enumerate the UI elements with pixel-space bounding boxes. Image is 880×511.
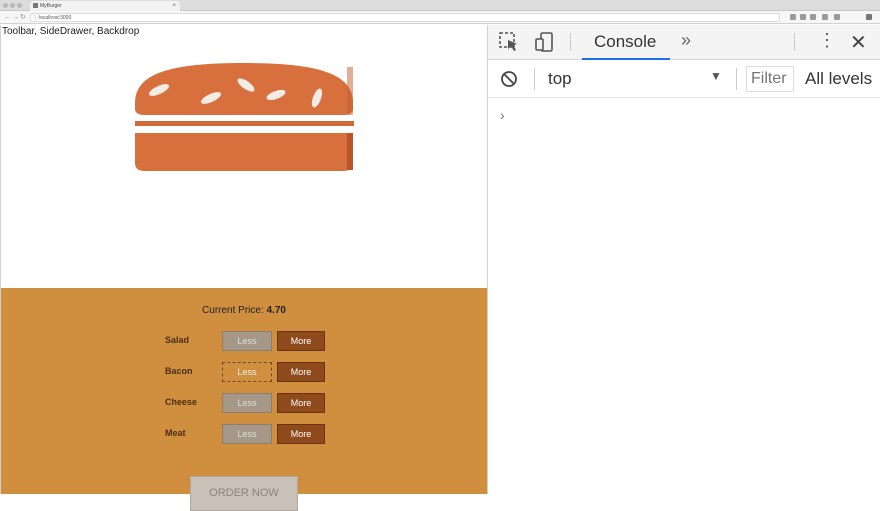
devtools-panel: Console » ⋮ ✕ top ▼ All levels › — [487, 25, 880, 494]
minimize-window-icon[interactable] — [10, 3, 15, 8]
divider — [736, 68, 737, 90]
build-controls: Current Price: 4.70 Salad Less More Baco… — [1, 288, 487, 511]
ingredient-row-bacon: Bacon Less More — [165, 362, 335, 382]
console-prompt-icon[interactable]: › — [500, 107, 505, 123]
divider — [794, 33, 795, 51]
ingredient-row-cheese: Cheese Less More — [165, 393, 335, 413]
ingredient-row-salad: Salad Less More — [165, 331, 335, 351]
extension-icon[interactable] — [834, 14, 840, 20]
tab-close-icon[interactable]: × — [172, 1, 176, 11]
browser-tab[interactable]: MyBurger × — [30, 1, 180, 11]
url-field[interactable]: ⓘ localhost:3000 — [30, 13, 780, 22]
cheese-more-button[interactable]: More — [277, 393, 325, 413]
price-value: 4.70 — [266, 305, 286, 316]
filter-input[interactable] — [746, 66, 794, 92]
tab-title: MyBurger — [40, 3, 62, 9]
meat-more-button[interactable]: More — [277, 424, 325, 444]
tab-console[interactable]: Console — [594, 32, 656, 52]
meat-less-button[interactable]: Less — [222, 424, 272, 444]
context-selector[interactable]: top — [548, 69, 572, 89]
favicon-icon — [33, 3, 38, 8]
bacon-more-button[interactable]: More — [277, 362, 325, 382]
burger-image — [135, 63, 354, 171]
price-label: Current Price: — [202, 305, 267, 316]
extension-icon[interactable] — [790, 14, 796, 20]
ingredient-label: Bacon — [165, 366, 193, 376]
bacon-less-button[interactable]: Less — [222, 362, 272, 382]
menu-icon[interactable] — [866, 14, 872, 20]
close-icon[interactable]: ✕ — [850, 30, 867, 55]
ingredient-label: Meat — [165, 428, 186, 438]
close-window-icon[interactable] — [3, 3, 8, 8]
dropdown-caret-icon[interactable]: ▼ — [710, 69, 722, 83]
burger-preview — [1, 45, 487, 288]
url-text: localhost:3000 — [39, 15, 72, 21]
extension-icon[interactable] — [810, 14, 816, 20]
extension-icon[interactable] — [800, 14, 806, 20]
ingredient-label: Cheese — [165, 397, 198, 407]
inspect-element-icon[interactable] — [498, 31, 520, 53]
salad-more-button[interactable]: More — [277, 331, 325, 351]
info-icon: ⓘ — [33, 15, 39, 21]
log-levels-dropdown[interactable]: All levels — [805, 69, 872, 89]
ingredient-label: Salad — [165, 335, 190, 345]
devtools-toolbar: Console » ⋮ ✕ — [488, 25, 880, 60]
clear-console-icon[interactable] — [500, 70, 518, 88]
cheese-less-button[interactable]: Less — [222, 393, 272, 413]
maximize-window-icon[interactable] — [17, 3, 22, 8]
more-tabs-icon[interactable]: » — [681, 30, 691, 51]
current-price: Current Price: 4.70 — [1, 305, 487, 316]
address-bar: ← → ↻ ⓘ localhost:3000 — [0, 11, 880, 24]
forward-icon[interactable]: → — [12, 13, 19, 22]
kebab-menu-icon[interactable]: ⋮ — [818, 30, 836, 51]
app-viewport: Toolbar, SideDrawer, Backdrop Current Pr… — [0, 25, 487, 511]
browser-titlebar: MyBurger × — [0, 0, 880, 11]
console-filter-bar: top ▼ All levels — [488, 60, 880, 98]
reload-icon[interactable]: ↻ — [20, 13, 26, 22]
back-icon[interactable]: ← — [4, 13, 11, 22]
extension-icon[interactable] — [822, 14, 828, 20]
divider — [534, 68, 535, 90]
salad-less-button[interactable]: Less — [222, 331, 272, 351]
ingredient-row-meat: Meat Less More — [165, 424, 335, 444]
divider — [570, 33, 571, 51]
placeholder-text: Toolbar, SideDrawer, Backdrop — [2, 26, 140, 37]
device-toolbar-icon[interactable] — [534, 31, 556, 53]
